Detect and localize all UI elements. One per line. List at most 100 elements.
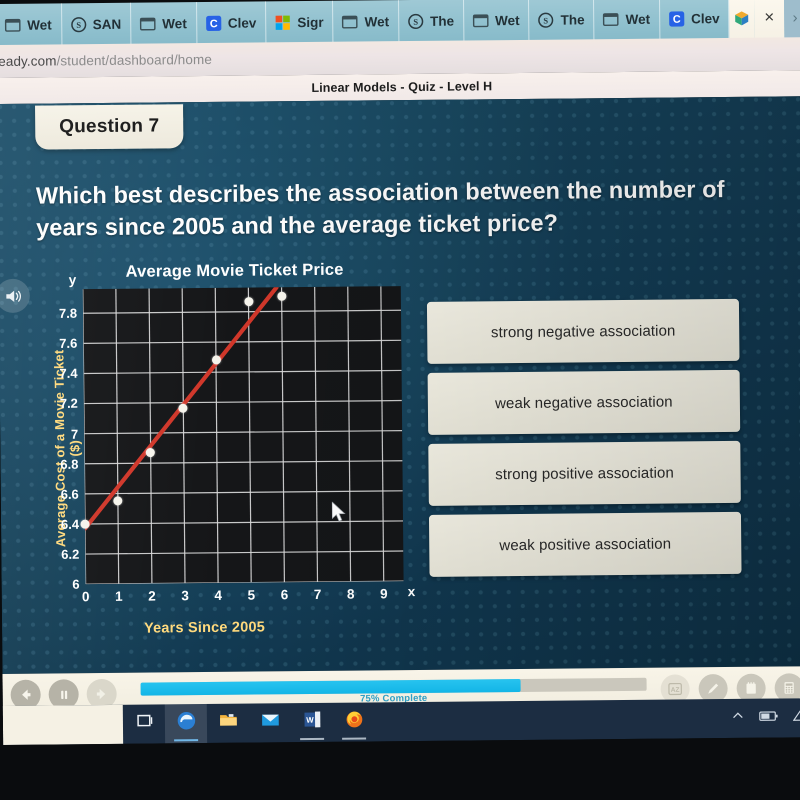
answer-option-2[interactable]: strong positive association <box>428 440 741 506</box>
answer-option-0[interactable]: strong negative association <box>426 298 740 364</box>
browser-tab-8[interactable]: S The <box>529 0 595 41</box>
computer-screen: Wet S SAN Wet C Clev Sigr Wet S The Wet S The Wet C Cle… <box>0 0 800 745</box>
chart-y-axis-letter: y <box>68 272 77 288</box>
chart-y-tick-1: 6.2 <box>61 546 80 562</box>
browser-tab-7[interactable]: Wet <box>463 0 530 42</box>
url-domain: ready.com <box>0 53 57 70</box>
microsoft-squares-icon <box>274 14 291 31</box>
url-text: ready.com/student/dashboard/home <box>0 52 212 69</box>
firefox-icon <box>346 711 362 728</box>
s-circle-icon: S <box>407 12 424 29</box>
browser-tab-2[interactable]: Wet <box>131 2 197 45</box>
browser-tab-active[interactable] <box>729 0 755 39</box>
chevron-right-icon: › <box>792 8 798 26</box>
mail-button[interactable] <box>249 703 291 742</box>
quiz-content-area: Question 7 Which best describes the asso… <box>0 96 800 674</box>
chart-x-tick-4: 4 <box>214 587 223 603</box>
browser-tab-6[interactable]: S The <box>398 0 465 43</box>
browser-tab-0[interactable]: Wet <box>0 3 62 46</box>
browser-tab-label: Wet <box>495 12 520 28</box>
task-view-button[interactable] <box>123 704 165 743</box>
chart-x-axis-letter: x <box>407 584 416 600</box>
chart-y-tick-9: 7.8 <box>58 305 78 322</box>
chart-x-axis-label: Years Since 2005 <box>143 619 266 637</box>
browser-tab-label: Sigr <box>297 14 324 30</box>
chart-x-tick-1: 1 <box>114 588 123 604</box>
svg-text:W: W <box>306 716 314 725</box>
chart-y-tick-3: 6.6 <box>60 486 79 502</box>
chart-data-point-2 <box>146 448 156 458</box>
chart-data-point-6 <box>277 291 287 301</box>
window-icon <box>341 13 358 30</box>
svg-text:S: S <box>413 16 418 26</box>
browser-tab-label: The <box>560 11 585 28</box>
lesson-title: Linear Models - Quiz - Level H <box>311 79 493 95</box>
browser-tab-1[interactable]: S SAN <box>61 2 132 46</box>
svg-text:S: S <box>76 19 81 29</box>
chart-data-point-5 <box>243 296 254 306</box>
window-icon <box>4 16 21 33</box>
tab-scroll-right-button[interactable]: › <box>783 0 800 39</box>
chart-x-tick-0: 0 <box>81 589 90 605</box>
answer-option-label: strong negative association <box>490 321 676 341</box>
chevron-up-icon[interactable] <box>731 709 745 728</box>
question-text: Which best describes the association bet… <box>35 176 725 242</box>
browser-tab-label: Wet <box>27 16 52 33</box>
file-explorer-button[interactable] <box>207 704 249 743</box>
firefox-button[interactable] <box>333 702 375 741</box>
answer-option-label: weak negative association <box>494 393 673 412</box>
file-explorer-icon <box>219 714 237 726</box>
browser-tab-5[interactable]: Wet <box>333 0 400 43</box>
chart-data-point-0 <box>80 519 90 529</box>
calculator-icon <box>784 681 794 694</box>
browser-tab-label: Wet <box>364 13 390 29</box>
answer-option-label: weak positive association <box>499 535 672 554</box>
word-button[interactable]: W <box>291 703 333 742</box>
browser-tab-label: The <box>430 13 455 29</box>
taskbar-underline <box>342 737 367 740</box>
svg-text:AZ: AZ <box>671 686 680 693</box>
browser-tab-label: Clev <box>227 15 257 31</box>
back-arrow-icon <box>22 689 31 700</box>
taskbar-underline <box>300 737 325 741</box>
browser-tab-label: Wet <box>625 11 651 27</box>
task-view-icon <box>137 714 153 727</box>
chart-title: Average Movie Ticket Price <box>125 260 344 281</box>
svg-text:C: C <box>209 18 217 30</box>
window-icon <box>472 12 489 29</box>
browser-tab-10[interactable]: C Clev <box>659 0 730 40</box>
forward-arrow-icon <box>96 688 106 700</box>
chart-y-tick-5: 7 <box>70 426 79 442</box>
chart-x-tick-9: 9 <box>379 586 388 602</box>
pencil-icon <box>708 683 719 694</box>
chart-x-tick-5: 5 <box>247 587 256 603</box>
edge-browser-icon <box>177 711 195 730</box>
answer-option-1[interactable]: weak negative association <box>427 369 741 435</box>
chart-x-tick-8: 8 <box>346 586 355 602</box>
battery-icon[interactable] <box>759 709 779 727</box>
browser-tab-9[interactable]: Wet <box>594 0 661 41</box>
close-tab-button[interactable]: × <box>754 0 785 39</box>
s-circle-icon: S <box>70 16 87 33</box>
svg-text:S: S <box>544 15 549 25</box>
svg-text:C: C <box>673 13 681 25</box>
chart-x-tick-3: 3 <box>181 588 189 604</box>
chart-x-tick-2: 2 <box>148 588 156 604</box>
question-number-badge: Question 7 <box>35 104 184 150</box>
chart-y-tick-4: 6.8 <box>60 456 79 472</box>
glossary-az-icon: AZ <box>668 682 682 695</box>
window-icon <box>139 15 156 32</box>
browser-tab-3[interactable]: C Clev <box>196 1 267 45</box>
answer-option-3[interactable]: weak positive association <box>428 511 742 577</box>
chart-svg <box>82 286 404 585</box>
browser-tab-4[interactable]: Sigr <box>266 0 334 44</box>
edge-browser-button[interactable] <box>164 704 208 744</box>
chart-plot-area: 6 6.2 6.4 6.6 6.8 7 7.2 7.4 7.6 7.8 0123456789 y … <box>59 272 415 604</box>
answer-options-list: strong negative association weak negative… <box>426 298 742 586</box>
network-icon[interactable] <box>792 709 800 727</box>
notepad-icon <box>746 681 756 694</box>
close-icon: × <box>764 7 775 27</box>
browser-tab-label: Wet <box>162 15 187 31</box>
mail-icon <box>261 714 279 726</box>
chart-x-tick-7: 7 <box>313 586 322 602</box>
